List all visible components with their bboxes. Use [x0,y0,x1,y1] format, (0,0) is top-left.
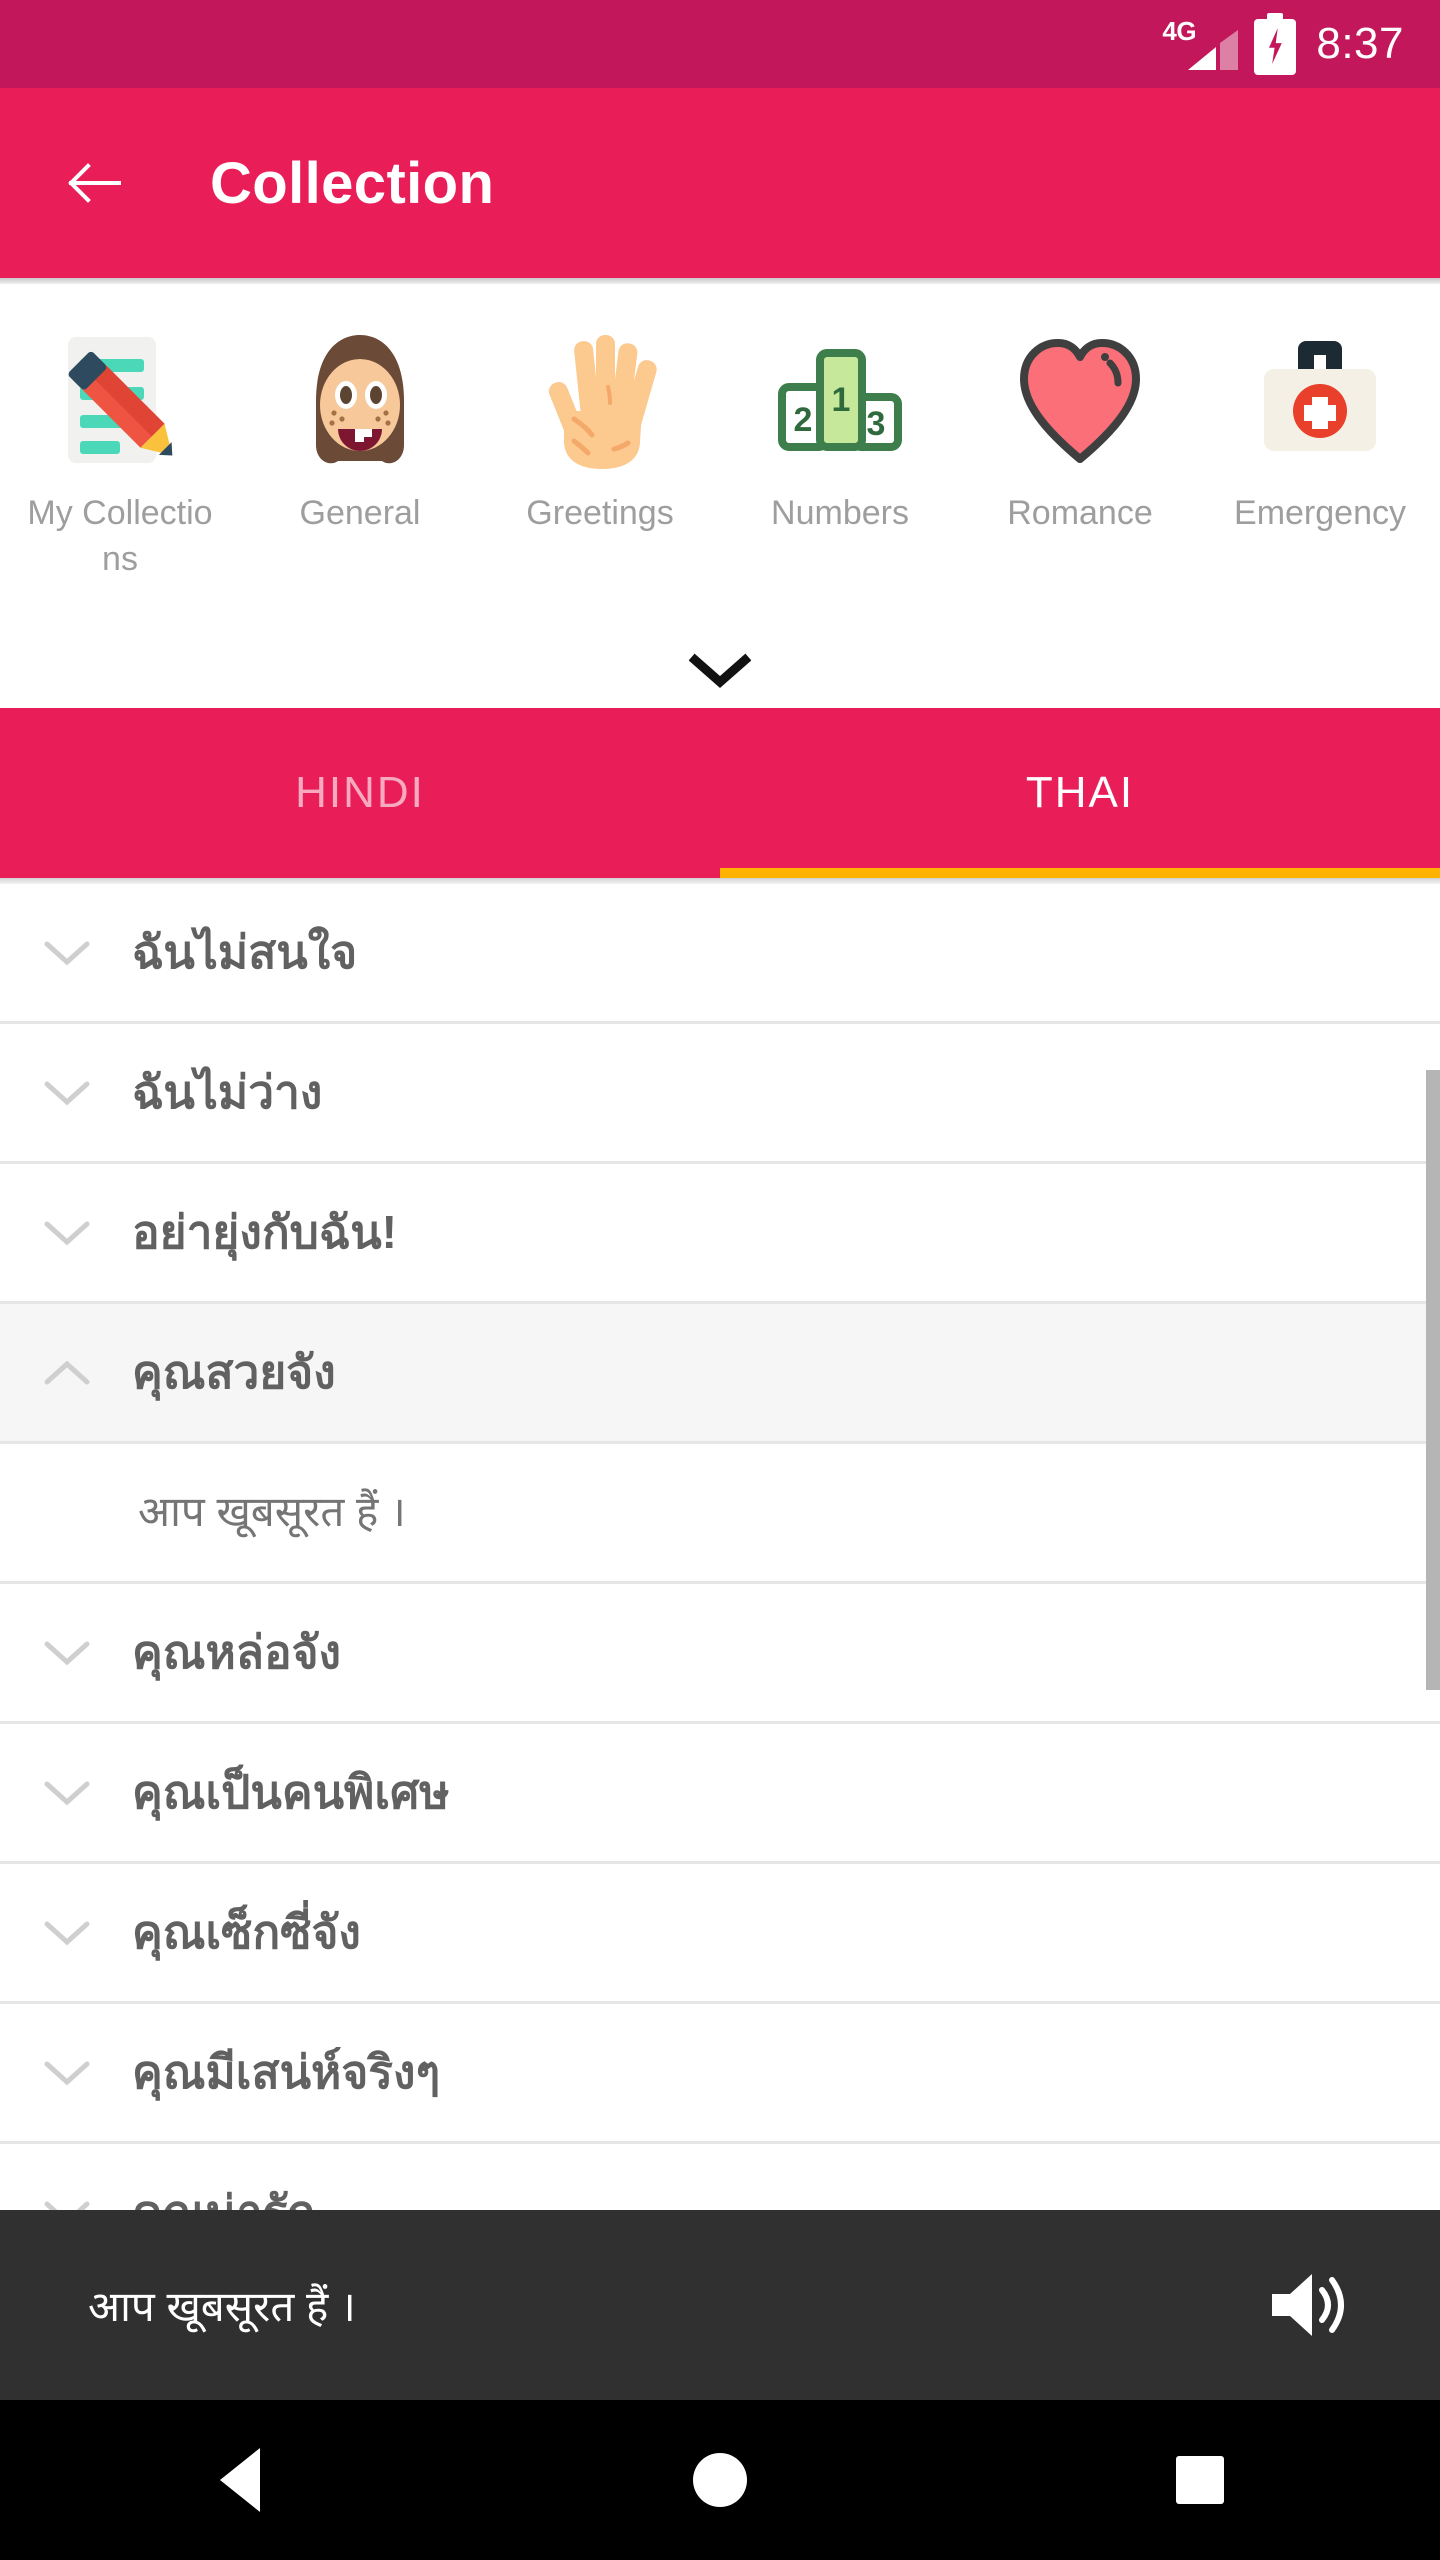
translation-text: आप खूबसूरत हैं । [138,1488,406,1536]
svg-text:3: 3 [867,405,886,443]
audio-player-bar: आप खूबसूरत हैं । [0,2210,1440,2400]
app-bar: Collection [0,88,1440,278]
heart-emoji [1010,320,1150,480]
list-scrollbar[interactable] [1426,1070,1440,1690]
open-hand-emoji [530,320,670,480]
svg-text:1: 1 [832,381,851,419]
arrow-left-icon [68,163,121,203]
phrase-text: อย่ายุ่งกับฉัน! [132,1206,397,1259]
tab-thai[interactable]: THAI [720,708,1440,878]
phrase-text: ฉันไม่สนใจ [132,926,358,979]
phone-screen: 4G 8:37 Collection My Collections Genera… [0,0,1440,2560]
back-button[interactable] [68,156,122,210]
category-label: Numbers [771,494,909,532]
signal-bars-icon: 4G [1162,16,1239,70]
phrase-row[interactable]: คุณเป็นคนพิเศษ [0,1724,1440,1864]
chevron-down-icon [38,1204,96,1262]
phrase-row[interactable]: ฉันไม่ว่าง [0,1024,1440,1164]
phrase-text: ฉันไม่ว่าง [132,1066,323,1119]
chevron-down-icon [689,653,751,688]
phrase-text: คุณหล่อจัง [132,1626,341,1679]
phrase-row[interactable]: ฉันไม่สนใจ [0,884,1440,1024]
category-label: Emergency [1234,494,1406,532]
chevron-down-icon [38,1624,96,1682]
podium-123-emoji: 2 1 3 [770,320,910,480]
svg-text:2: 2 [794,401,813,439]
category-item-emergency[interactable]: Emergency [1200,320,1440,582]
phrase-row-expanded[interactable]: คุณสวยจัง [0,1304,1440,1444]
chevron-down-icon [38,2184,96,2210]
first-aid-kit-emoji [1250,320,1390,480]
memo-pencil-emoji [50,320,190,480]
tab-label: THAI [1025,768,1135,817]
category-item-greetings[interactable]: Greetings [480,320,720,582]
phrase-row[interactable]: คุณมีเสน่ห์จริงๆ [0,2004,1440,2144]
category-expand-row [0,642,1440,698]
tab-label: HINDI [295,768,425,817]
category-label: Greetings [526,494,674,532]
category-strip: My Collections General Greetings 2 1 3 N… [0,284,1440,708]
category-label: My Collections [27,494,213,578]
phrase-list[interactable]: ฉันไม่สนใจ ฉันไม่ว่าง อย่ายุ่งกับฉัน! คุ… [0,884,1440,2210]
signal-triangle-icon [1188,30,1239,70]
category-item-general[interactable]: General [240,320,480,582]
nav-recents-button[interactable] [1140,2420,1260,2540]
phrase-text: คุณสวยจัง [132,1346,336,1399]
category-item-my-collections[interactable]: My Collections [0,320,240,582]
category-item-numbers[interactable]: 2 1 3 Numbers [720,320,960,582]
category-label: General [299,494,421,532]
phrase-text: คุณน่ารัก [132,2181,315,2210]
expand-categories-button[interactable] [685,642,755,698]
chevron-down-icon [38,1064,96,1122]
category-item-romance[interactable]: Romance [960,320,1200,582]
tab-hindi[interactable]: HINDI [0,708,720,878]
volume-up-icon[interactable] [1266,2262,1352,2348]
clock-label: 8:37 [1316,19,1404,68]
phrase-row[interactable]: คุณเซ็กซี่จัง [0,1864,1440,2004]
chevron-down-icon [38,924,96,982]
triangle-back-icon [220,2448,260,2512]
category-row: My Collections General Greetings 2 1 3 N… [0,284,1440,582]
nav-back-button[interactable] [180,2420,300,2540]
square-recents-icon [1176,2456,1224,2504]
status-bar: 4G 8:37 [0,0,1440,88]
chevron-down-icon [38,2044,96,2102]
circle-home-icon [693,2453,747,2507]
page-title: Collection [210,150,495,216]
android-nav-bar [0,2400,1440,2560]
player-phrase-text: आप खूबसूरत हैं । [88,2282,356,2330]
chevron-down-icon [38,1764,96,1822]
girl-face-emoji [290,320,430,480]
translation-row[interactable]: आप खूबसूरत हैं । [0,1444,1440,1584]
phrase-text: คุณมีเสน่ห์จริงๆ [132,2046,441,2099]
nav-home-button[interactable] [660,2420,780,2540]
phrase-row[interactable]: คุณน่ารัก [0,2144,1440,2210]
phrase-row[interactable]: อย่ายุ่งกับฉัน! [0,1164,1440,1304]
phrase-row[interactable]: คุณหล่อจัง [0,1584,1440,1724]
phrase-text: คุณเป็นคนพิเศษ [132,1766,450,1819]
chevron-up-icon [38,1344,96,1402]
tab-active-indicator [720,868,1440,878]
chevron-down-icon [38,1904,96,1962]
language-tab-bar: HINDI THAI [0,708,1440,878]
category-label: Romance [1007,494,1153,532]
battery-charging-icon [1254,13,1297,75]
phrase-text: คุณเซ็กซี่จัง [132,1906,361,1959]
